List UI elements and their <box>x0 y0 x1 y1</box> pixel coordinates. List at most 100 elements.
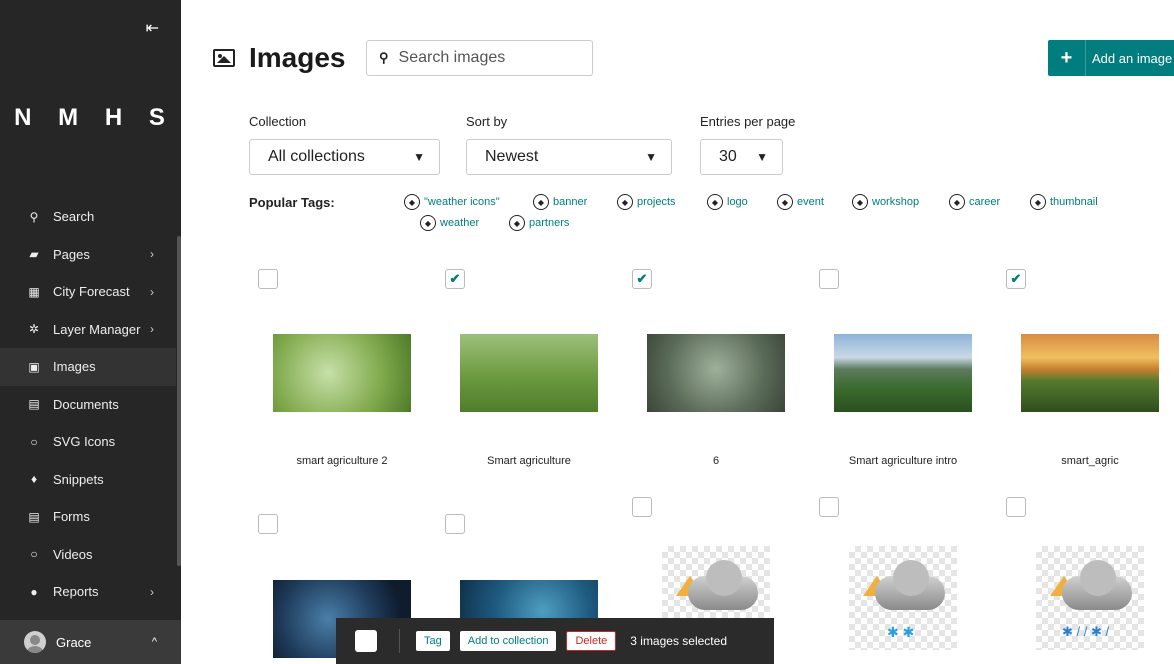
sidebar-item-images[interactable]: ▣ Images <box>0 348 176 386</box>
tag-link[interactable]: ◆ logo <box>707 194 748 210</box>
search-input[interactable] <box>398 49 569 67</box>
circle-icon: ○ <box>30 434 38 449</box>
sidebar-scrollbar[interactable] <box>177 236 181 566</box>
sidebar: ⇤ N M H S ⚲ Search ▰ Pages › ▦ City Forecast… <box>0 0 181 664</box>
sidebar-item-layer-manager[interactable]: ✲ Layer Manager › <box>0 311 176 349</box>
tag-link[interactable]: ◆ thumbnail <box>1030 194 1098 210</box>
sidebar-item-pages[interactable]: ▰ Pages › <box>0 236 176 274</box>
image-thumbnail[interactable] <box>1021 334 1159 412</box>
tag-icon: ◆ <box>617 194 633 210</box>
check-icon: ✔ <box>1010 271 1022 286</box>
add-image-button[interactable]: + Add an image <box>1048 40 1174 76</box>
collection-value: All collections <box>268 148 365 165</box>
image-thumbnail[interactable]: ✱ / / ✱ / <box>1036 546 1144 650</box>
image-thumbnail[interactable] <box>647 334 785 412</box>
image-checkbox[interactable] <box>632 497 652 517</box>
page-title: Images <box>249 42 346 73</box>
image-checkbox[interactable] <box>445 514 465 534</box>
image-checkbox[interactable] <box>819 497 839 517</box>
image-title[interactable]: smart_agric <box>1000 455 1174 467</box>
search-box: ⚲ <box>366 40 593 76</box>
image-icon: ▣ <box>28 359 40 374</box>
sleet-icon: ✱ / / ✱ / <box>1062 624 1110 639</box>
chevron-right-icon: › <box>150 584 154 599</box>
chevron-up-icon: ^ <box>151 636 157 648</box>
tag-label: "weather icons" <box>424 196 500 208</box>
image-title[interactable]: smart agriculture 2 <box>252 455 432 467</box>
tag-link[interactable]: ◆ partners <box>509 215 569 231</box>
entries-select[interactable]: 30 ▼ <box>700 139 783 175</box>
sidebar-item-search[interactable]: ⚲ Search <box>0 198 176 236</box>
tag-link[interactable]: ◆ weather <box>420 215 479 231</box>
image-checkbox[interactable] <box>1006 497 1026 517</box>
popular-tags-label: Popular Tags: <box>249 195 335 210</box>
image-checkbox[interactable] <box>258 269 278 289</box>
tag-icon: ◆ <box>509 215 525 231</box>
image-thumbnail[interactable] <box>834 334 972 412</box>
tag-label: projects <box>637 196 676 208</box>
cloud-icon <box>875 560 945 610</box>
select-all-checkbox[interactable] <box>355 630 377 652</box>
tag-icon: ◆ <box>404 194 420 210</box>
sidebar-item-reports[interactable]: ● Reports › <box>0 573 176 611</box>
avatar <box>24 631 46 653</box>
snippet-icon: ♦ <box>30 472 38 487</box>
image-checkbox[interactable]: ✔ <box>632 269 652 289</box>
tag-button[interactable]: Tag <box>416 631 450 651</box>
check-icon: ✔ <box>636 271 648 286</box>
chevron-down-icon: ▼ <box>413 150 425 164</box>
user-menu[interactable]: Grace ^ <box>0 620 181 664</box>
tag-link[interactable]: ◆ workshop <box>852 194 919 210</box>
image-checkbox[interactable] <box>258 514 278 534</box>
sidebar-item-label: Images <box>53 359 96 375</box>
tag-label: partners <box>529 217 570 229</box>
image-thumbnail[interactable] <box>273 334 411 412</box>
tag-link[interactable]: ◆ event <box>777 194 824 210</box>
cloud-icon <box>1062 560 1132 610</box>
tag-icon: ◆ <box>949 194 965 210</box>
sidebar-item-city-forecast[interactable]: ▦ City Forecast › <box>0 273 176 311</box>
image-checkbox[interactable] <box>819 269 839 289</box>
sort-select[interactable]: Newest ▼ <box>466 139 672 175</box>
tag-link[interactable]: ◆ "weather icons" <box>404 194 500 210</box>
entries-value: 30 <box>719 148 737 165</box>
sidebar-item-forms[interactable]: ▤ Forms <box>0 498 176 536</box>
tag-icon: ◆ <box>1030 194 1046 210</box>
tag-icon: ◆ <box>852 194 868 210</box>
brand-logo: N M H S <box>14 104 175 131</box>
sidebar-item-label: Snippets <box>53 471 104 487</box>
image-thumbnail[interactable]: ✱ ✱ <box>849 546 957 650</box>
tag-label: logo <box>727 196 748 208</box>
snow-icon: ✱ ✱ <box>887 624 915 640</box>
tag-link[interactable]: ◆ banner <box>533 194 587 210</box>
collapse-left-icon[interactable]: ⇤ <box>146 18 159 38</box>
image-icon <box>213 49 235 67</box>
collection-select[interactable]: All collections ▼ <box>249 139 440 175</box>
sidebar-item-documents[interactable]: ▤ Documents <box>0 386 176 424</box>
sidebar-item-label: Pages <box>53 246 90 262</box>
delete-button[interactable]: Delete <box>566 631 617 651</box>
image-checkbox[interactable]: ✔ <box>1006 269 1026 289</box>
sidebar-item-label: Documents <box>53 396 119 412</box>
tag-icon: ◆ <box>777 194 793 210</box>
image-title[interactable]: Smart agriculture intro <box>813 455 993 467</box>
sidebar-item-videos[interactable]: ○ Videos <box>0 536 176 574</box>
image-thumbnail[interactable] <box>460 334 598 412</box>
tag-label: banner <box>553 196 588 208</box>
image-checkbox[interactable]: ✔ <box>445 269 465 289</box>
tag-link[interactable]: ◆ projects <box>617 194 676 210</box>
tag-label: weather <box>440 217 480 229</box>
plus-icon: + <box>1048 40 1086 76</box>
image-title[interactable]: 6 <box>626 455 806 467</box>
sidebar-nav: ⚲ Search ▰ Pages › ▦ City Forecast › ✲ Layer M… <box>0 198 176 611</box>
sidebar-item-snippets[interactable]: ♦ Snippets <box>0 461 176 499</box>
chevron-right-icon: › <box>150 247 154 262</box>
add-to-collection-button[interactable]: Add to collection <box>459 631 557 651</box>
user-name: Grace <box>56 634 92 650</box>
sidebar-item-svg-icons[interactable]: ○ SVG Icons <box>0 423 176 461</box>
sort-value: Newest <box>485 148 539 165</box>
sidebar-item-label: Search <box>53 209 95 225</box>
tag-link[interactable]: ◆ career <box>949 194 1000 210</box>
check-icon: ✔ <box>449 271 461 286</box>
image-title[interactable]: Smart agriculture <box>439 455 619 467</box>
